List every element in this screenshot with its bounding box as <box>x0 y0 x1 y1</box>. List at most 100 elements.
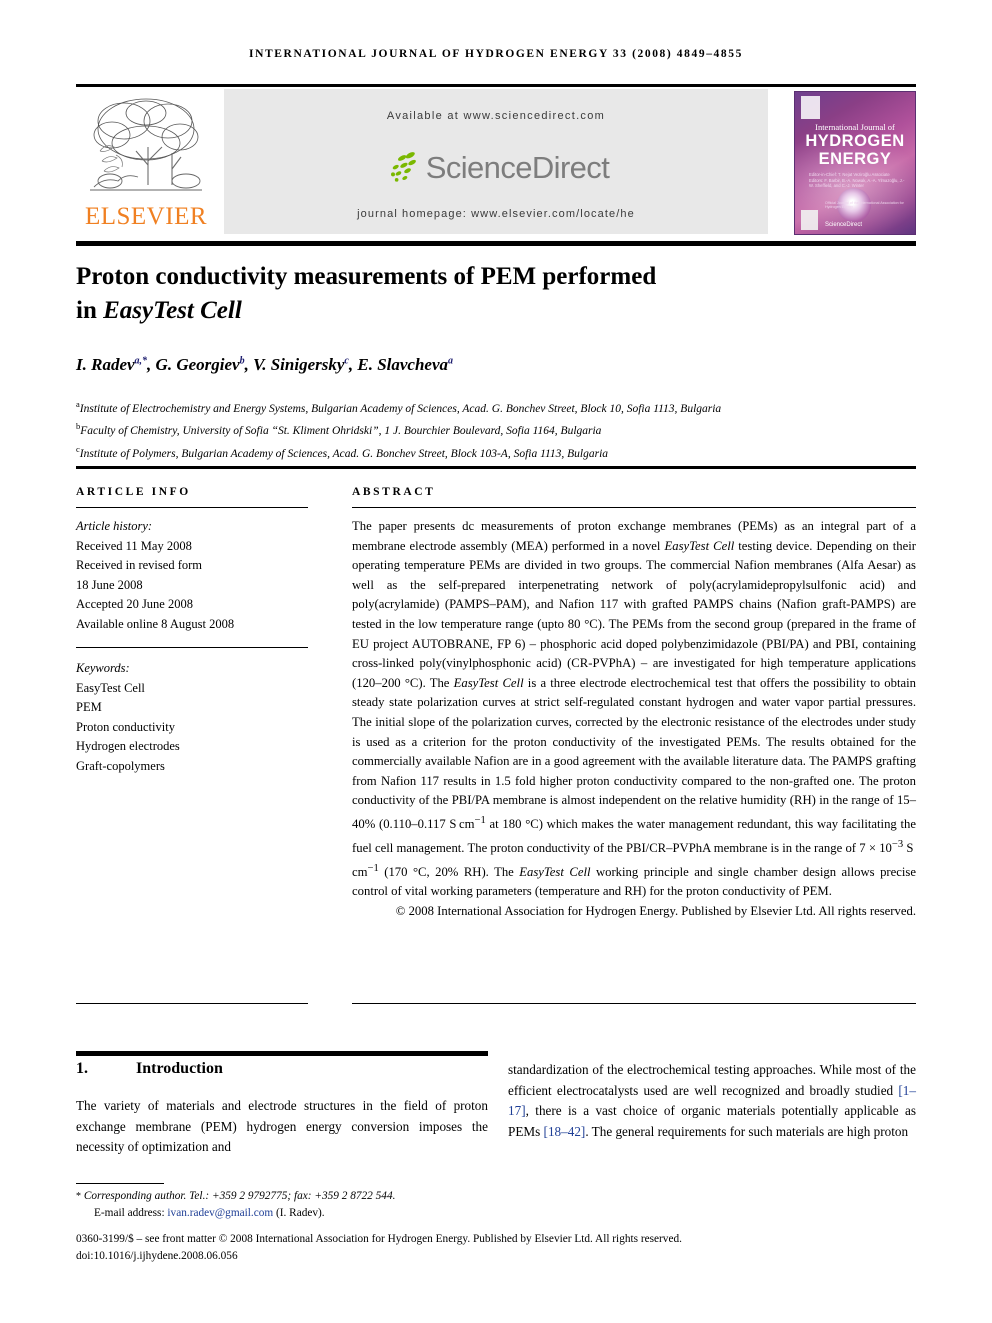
email-line: E-mail address: ivan.radev@gmail.com (I.… <box>76 1205 916 1222</box>
email-label: E-mail address: <box>94 1207 168 1220</box>
elsevier-logo: ELSEVIER <box>78 91 214 233</box>
keyword-item: Graft-copolymers <box>76 758 165 773</box>
abstract-heading: ABSTRACT <box>352 486 436 498</box>
keyword-item: EasyTest Cell <box>76 680 145 695</box>
cover-title-line1: HYDROGEN <box>805 132 905 150</box>
introduction-rule <box>76 1051 488 1056</box>
affiliation-list: aInstitute of Electrochemistry and Energ… <box>76 396 916 463</box>
header-rule <box>76 84 916 87</box>
sciencedirect-logo: ScienceDirect <box>224 145 768 191</box>
affiliation-item: bFaculty of Chemistry, University of Sof… <box>76 418 916 440</box>
sciencedirect-leaf-icon <box>390 152 416 182</box>
running-head: International Journal of Hydrogen Energy… <box>249 48 743 60</box>
author-name: I. Radev <box>76 355 135 374</box>
affiliation-text: Faculty of Chemistry, University of Sofi… <box>80 425 602 438</box>
affiliation-text: Institute of Polymers, Bulgarian Academy… <box>79 447 609 460</box>
keyword-item: Proton conductivity <box>76 719 175 734</box>
citation-link[interactable]: [18–42] <box>544 1124 586 1139</box>
corresponding-author-marker: * <box>76 1191 81 1202</box>
email-owner: (I. Radev). <box>273 1207 325 1220</box>
doi-line: doi:10.1016/j.ijhydene.2008.06.056 <box>76 1250 238 1263</box>
title-line-1: Proton conductivity measurements of PEM … <box>76 263 657 290</box>
email-link[interactable]: ivan.radev@gmail.com <box>167 1207 273 1219</box>
author-sup: a,* <box>134 355 148 367</box>
abstract-italic-term: EasyTest Cell <box>664 538 735 553</box>
affiliation-text: Institute of Electrochemistry and Energy… <box>79 402 722 415</box>
section-heading-introduction: 1. Introduction <box>76 1060 488 1078</box>
masthead: ELSEVIER Available at www.sciencedirect.… <box>76 89 916 235</box>
journal-cover-image: International Journal of HYDROGEN ENERGY… <box>794 91 916 235</box>
title-line-2-prefix: in <box>76 297 104 324</box>
author-sup: a <box>448 355 454 367</box>
cover-bottom-logo: ScienceDirect <box>825 222 863 228</box>
body-text-part: standardization of the electrochemical t… <box>508 1062 916 1098</box>
history-item: Received 11 May 2008 <box>76 538 192 553</box>
abstract-exponent: −1 <box>367 862 379 874</box>
abstract-part: testing device. Depending on their opera… <box>352 538 917 690</box>
elsevier-tree-icon <box>90 98 202 191</box>
abstract-part: (170 °C, 20% RH). The <box>378 864 520 879</box>
abstract-exponent: −1 <box>474 814 486 826</box>
footnote-rule <box>76 1183 164 1184</box>
body-column-right: standardization of the electrochemical t… <box>508 1060 916 1142</box>
abstract-text: The paper presents dc measurements of pr… <box>352 517 916 902</box>
keyword-item: Hydrogen electrodes <box>76 739 180 753</box>
author-sup: b <box>239 355 245 367</box>
body-column-left: The variety of materials and electrode s… <box>76 1096 488 1158</box>
history-item: Received in revised form <box>76 558 202 572</box>
abstract-divider <box>352 507 916 508</box>
section-number: 1. <box>76 1060 88 1077</box>
elsevier-wordmark: ELSEVIER <box>84 203 208 230</box>
cover-bottom-badge <box>801 210 818 230</box>
keyword-item: PEM <box>76 700 102 714</box>
abstract-column: ABSTRACT The paper presents dc measureme… <box>352 486 916 922</box>
title-line-2-italic: EasyTest Cell <box>103 297 242 324</box>
body-text-part: . The general requirements for such mate… <box>585 1123 909 1139</box>
history-item: 18 June 2008 <box>76 577 143 592</box>
abstract-italic-term: EasyTest Cell <box>453 675 524 690</box>
history-item: Available online 8 August 2008 <box>76 616 235 631</box>
cover-title-line2: ENERGY <box>818 150 892 168</box>
keywords-block: Keywords: EasyTest Cell PEM Proton condu… <box>76 659 308 776</box>
sciencedirect-wordmark: ScienceDirect <box>425 150 610 185</box>
author-list: I. Radeva,*, G. Georgievb, V. Sinigersky… <box>76 355 454 374</box>
section-title: Introduction <box>136 1060 223 1077</box>
paper-page: International Journal of Hydrogen Energy… <box>0 0 992 1323</box>
available-at-text: Available at www.sciencedirect.com <box>386 110 606 122</box>
abstract-italic-term: EasyTest Cell <box>519 864 591 879</box>
article-info-column: ARTICLE INFO Article history: Received 1… <box>76 486 308 776</box>
page-title: Proton conductivity measurements of PEM … <box>76 260 806 328</box>
author-sup: c <box>344 355 349 367</box>
affiliation-item: cInstitute of Polymers, Bulgarian Academ… <box>76 441 916 463</box>
masthead-rule <box>76 241 916 246</box>
corresponding-author-text: Corresponding author. Tel.: +359 2 97927… <box>83 1190 396 1202</box>
abstract-copyright: © 2008 International Association for Hyd… <box>395 903 916 918</box>
footnote-block: * Corresponding author. Tel.: +359 2 979… <box>76 1188 916 1222</box>
article-history: Article history: Received 11 May 2008 Re… <box>76 517 308 634</box>
article-info-divider <box>76 507 308 508</box>
cover-overline: International Journal of <box>815 122 895 132</box>
journal-homepage-text: journal homepage: www.elsevier.com/locat… <box>357 208 635 220</box>
keywords-divider <box>76 647 308 648</box>
abstract-exponent: −3 <box>891 838 904 850</box>
author-name: E. Slavcheva <box>357 355 449 374</box>
abstract-part: is a three electrode electrochemical tes… <box>352 675 917 832</box>
cover-elsevier-badge <box>801 96 820 119</box>
sciencedirect-banner: Available at www.sciencedirect.com Scien… <box>224 89 768 234</box>
affiliation-item: aInstitute of Electrochemistry and Energ… <box>76 396 916 418</box>
body-paragraph: standardization of the electrochemical t… <box>508 1060 916 1142</box>
article-info-heading: ARTICLE INFO <box>76 486 191 498</box>
abstract-column-end-rule <box>352 1003 916 1004</box>
author-name: V. Sinigersky <box>253 355 345 374</box>
title-block-rule <box>76 466 916 469</box>
cover-editors: Editor-in-Chief: T. Nejat Veziroğlu Asso… <box>809 172 905 189</box>
issn-line: 0360-3199/$ – see front matter © 2008 In… <box>76 1233 682 1245</box>
body-paragraph: The variety of materials and electrode s… <box>76 1098 488 1154</box>
history-item: Accepted 20 June 2008 <box>76 597 193 611</box>
author-name: G. Georgiev <box>155 355 240 374</box>
issn-block: 0360-3199/$ – see front matter © 2008 In… <box>76 1231 916 1265</box>
keywords-label: Keywords: <box>76 661 130 675</box>
cover-bottom-note: Official Journal of the International As… <box>825 200 904 210</box>
info-column-end-rule <box>76 1003 308 1004</box>
article-history-label: Article history: <box>76 519 153 533</box>
